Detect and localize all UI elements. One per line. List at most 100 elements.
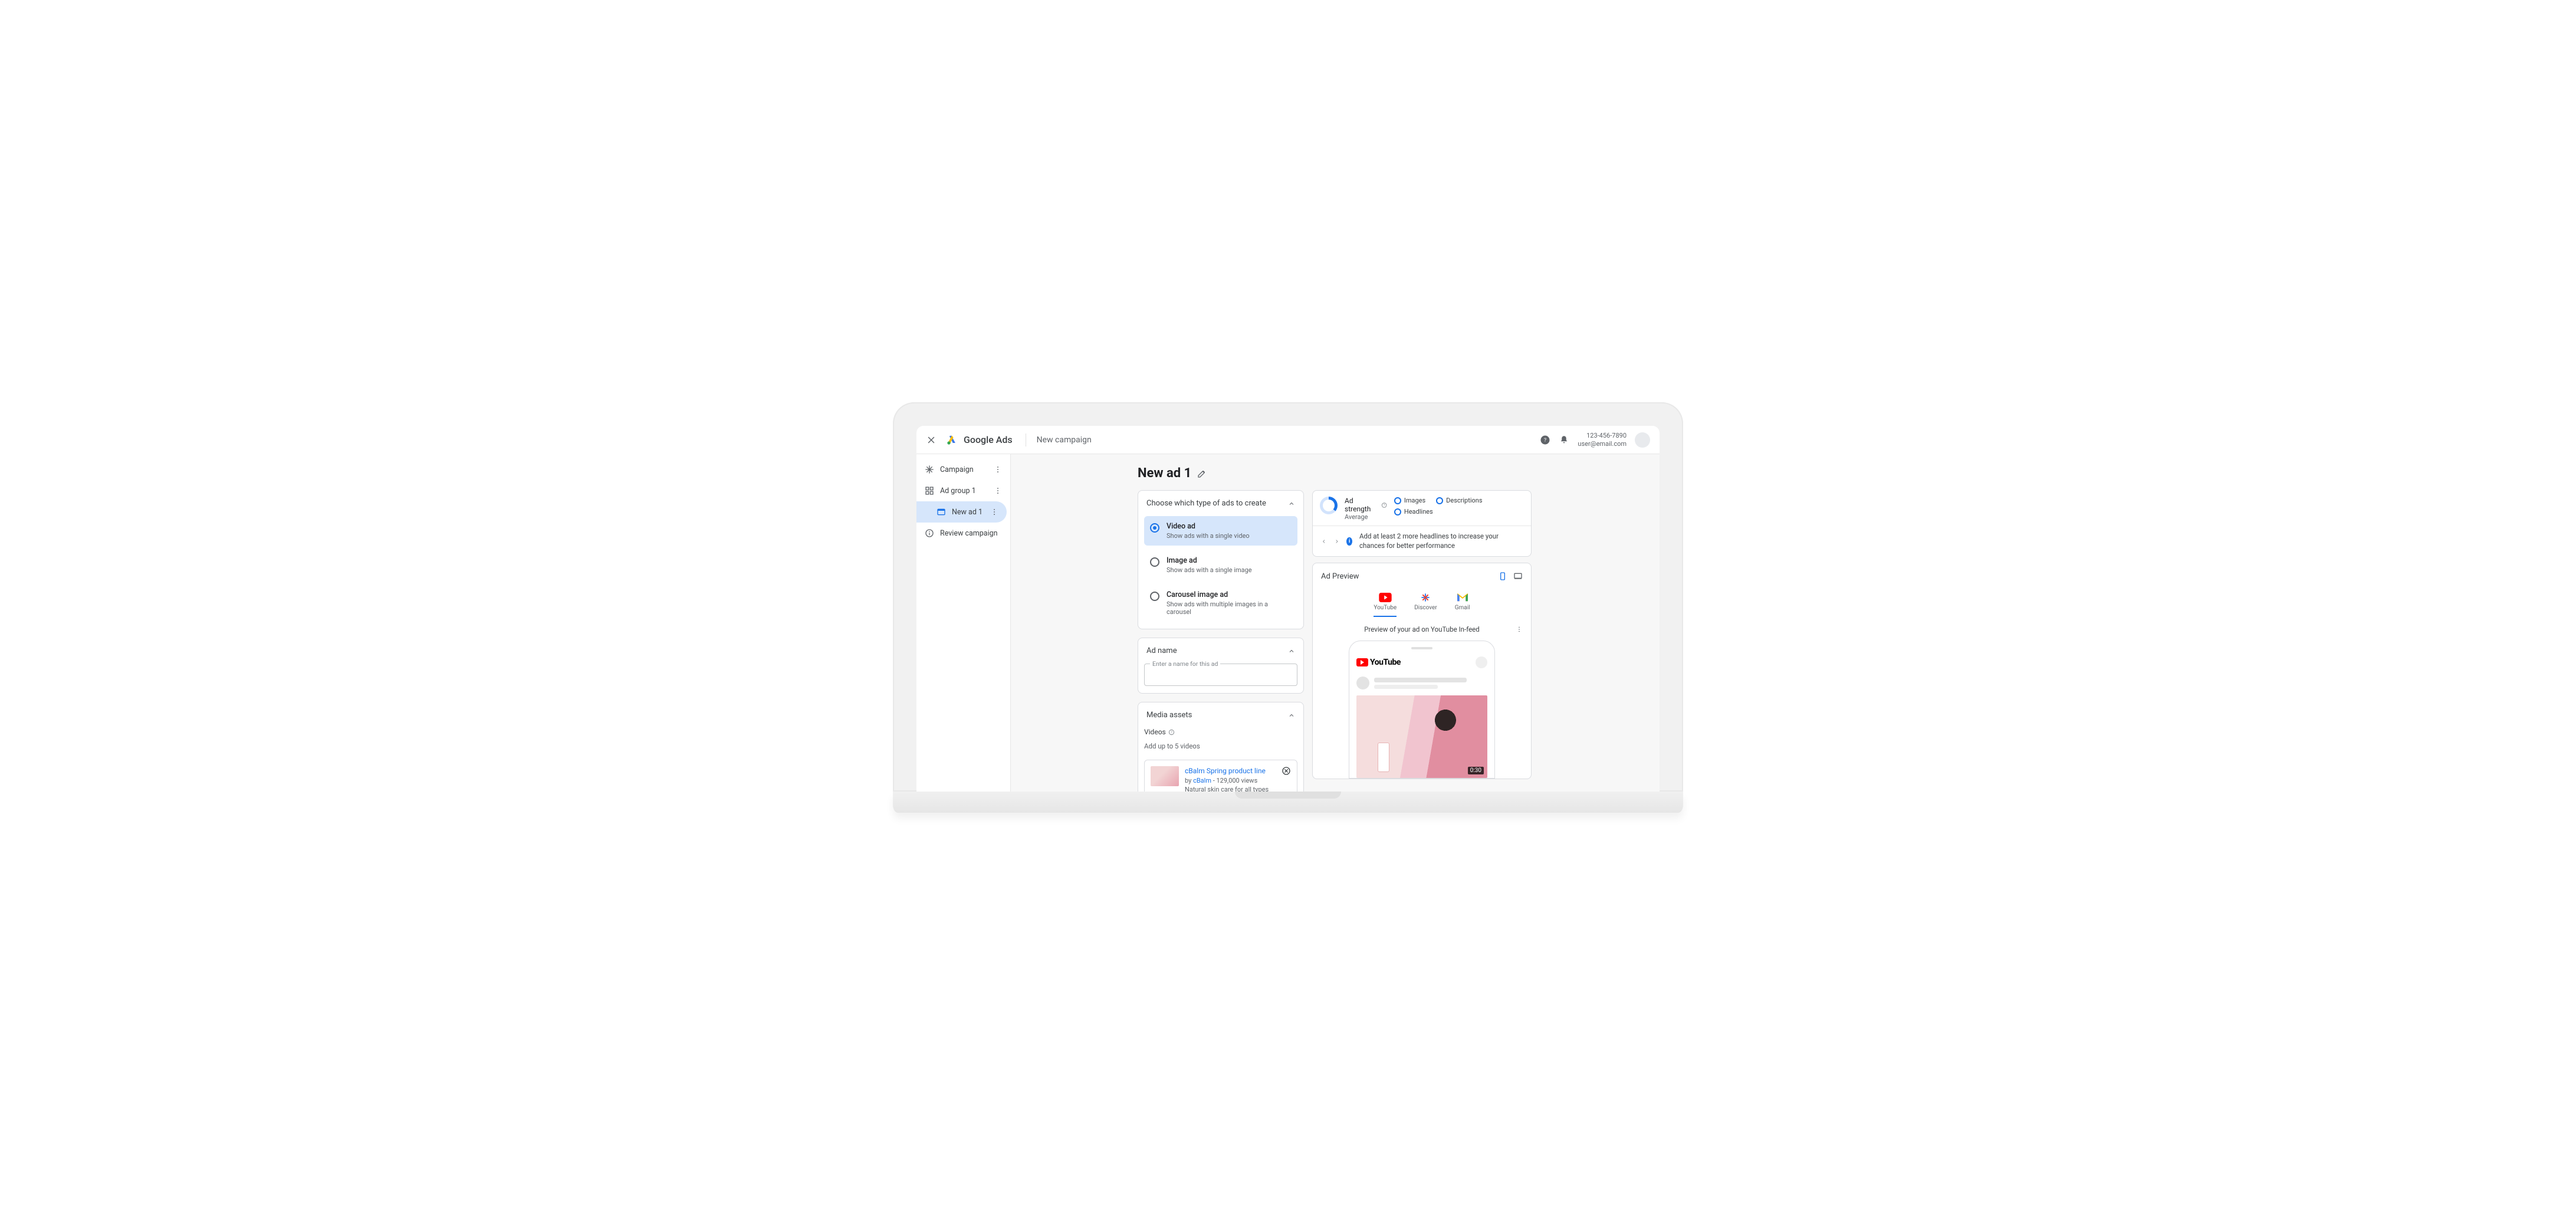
help-small-icon[interactable]: ? xyxy=(1168,729,1175,735)
option-title: Image ad xyxy=(1167,556,1252,565)
suggestion-row: i Add at least 2 more headlines to incre… xyxy=(1313,526,1531,556)
breadcrumb: New campaign xyxy=(1037,435,1092,445)
ad-name-input-wrapper: Enter a name for this ad xyxy=(1144,664,1297,686)
preview-tab-youtube[interactable]: YouTube xyxy=(1374,593,1397,617)
video-duration-badge: 0:30 xyxy=(1468,767,1484,774)
laptop-base xyxy=(893,792,1683,813)
ad-type-option-video[interactable]: Video ad Show ads with a single video xyxy=(1144,516,1297,546)
more-vert-icon[interactable] xyxy=(990,508,998,516)
info-dot-icon: i xyxy=(1346,537,1352,546)
section-title: Ad name xyxy=(1146,646,1177,655)
video-author-link[interactable]: cBalm xyxy=(1193,777,1211,784)
option-title: Carousel image ad xyxy=(1167,590,1292,599)
app-logo: Google Ads xyxy=(946,434,1013,446)
sidebar-label: Review campaign xyxy=(940,529,998,538)
youtube-wordmark: YouTube xyxy=(1370,658,1401,667)
chevron-right-icon[interactable] xyxy=(1334,537,1340,546)
radio-icon xyxy=(1150,592,1159,601)
preview-tab-discover[interactable]: Discover xyxy=(1414,593,1437,617)
app-viewport: Google Ads New campaign ? 123-456-7890 u… xyxy=(916,426,1660,792)
account-email: user@email.com xyxy=(1578,440,1627,448)
ad-type-option-image[interactable]: Image ad Show ads with a single image xyxy=(1144,550,1297,580)
preview-tab-gmail[interactable]: Gmail xyxy=(1455,593,1470,617)
radio-icon xyxy=(1150,557,1159,567)
help-small-icon[interactable]: ? xyxy=(1381,502,1387,508)
video-thumbnail xyxy=(1151,766,1179,786)
grid-icon xyxy=(925,486,934,495)
sidebar-item-review[interactable]: Review campaign xyxy=(916,523,1010,544)
videos-hint: Add up to 5 videos xyxy=(1144,742,1297,750)
input-legend: Enter a name for this ad xyxy=(1150,660,1220,668)
device-desktop-icon[interactable] xyxy=(1513,572,1523,581)
videos-label: Videos ? xyxy=(1144,728,1297,736)
info-circle-icon xyxy=(925,528,934,538)
asterisk-icon xyxy=(925,465,934,474)
sidebar-item-campaign[interactable]: Campaign xyxy=(916,459,1010,480)
more-vert-icon[interactable] xyxy=(1516,626,1523,633)
remove-circle-icon[interactable] xyxy=(1282,766,1291,776)
feed-placeholder xyxy=(1356,677,1487,689)
video-description: Natural skin care for all types of skin xyxy=(1185,785,1276,792)
half-dot-icon xyxy=(1436,497,1443,504)
ad-preview-card: Ad Preview xyxy=(1312,563,1532,779)
svg-text:?: ? xyxy=(1384,504,1385,507)
half-dot-icon xyxy=(1394,497,1401,504)
google-ads-logo-icon xyxy=(946,434,958,446)
option-sub: Show ads with multiple images in a carou… xyxy=(1167,600,1292,616)
notifications-icon[interactable] xyxy=(1559,435,1569,445)
open-dot-icon xyxy=(1394,508,1401,515)
video-title-link[interactable]: cBalm Spring product line xyxy=(1185,766,1276,776)
sidebar-label: Ad group 1 xyxy=(940,487,976,495)
youtube-icon xyxy=(1379,593,1392,602)
account-phone: 123-456-7890 xyxy=(1578,432,1627,440)
chevron-up-icon xyxy=(1288,500,1295,507)
more-vert-icon[interactable] xyxy=(994,465,1002,474)
close-icon[interactable] xyxy=(926,435,937,445)
sidebar: Campaign Ad group 1 New ad 1 xyxy=(916,454,1011,792)
device-mobile-icon[interactable] xyxy=(1498,572,1507,581)
sidebar-label: New ad 1 xyxy=(952,508,983,517)
phone-mock: YouTube 0:30 xyxy=(1349,641,1495,779)
page-title: New ad 1 xyxy=(1138,466,1191,481)
gmail-icon xyxy=(1456,593,1469,602)
radio-icon xyxy=(1150,523,1159,533)
strength-value: Average xyxy=(1345,513,1387,521)
preview-video-thumbnail: 0:30 xyxy=(1356,695,1487,778)
svg-text:?: ? xyxy=(1544,438,1546,444)
chevron-left-icon[interactable] xyxy=(1321,537,1327,546)
help-icon[interactable]: ? xyxy=(1540,435,1550,445)
more-vert-icon[interactable] xyxy=(994,487,1002,495)
header: Google Ads New campaign ? 123-456-7890 u… xyxy=(916,426,1660,454)
ad-type-card: Choose which type of ads to create Video… xyxy=(1138,490,1304,629)
option-sub: Show ads with a single image xyxy=(1167,566,1252,574)
account-info: 123-456-7890 user@email.com xyxy=(1578,432,1627,448)
ad-type-header[interactable]: Choose which type of ads to create xyxy=(1138,491,1303,516)
ad-strength-card: Ad strength ? Average Images Description… xyxy=(1312,490,1532,557)
ad-name-card: Ad name Enter a name for this ad xyxy=(1138,638,1304,694)
preview-title: Ad Preview xyxy=(1321,572,1359,581)
sidebar-item-adgroup[interactable]: Ad group 1 xyxy=(916,480,1010,501)
chevron-up-icon xyxy=(1288,648,1295,655)
suggestion-text: Add at least 2 more headlines to increas… xyxy=(1359,532,1523,550)
option-title: Video ad xyxy=(1167,522,1250,531)
sidebar-label: Campaign xyxy=(940,465,974,474)
sidebar-item-new-ad[interactable]: New ad 1 xyxy=(916,501,1007,523)
avatar[interactable] xyxy=(1635,432,1650,448)
laptop-frame: Google Ads New campaign ? 123-456-7890 u… xyxy=(893,402,1683,813)
app-title: Google Ads xyxy=(964,434,1013,445)
edit-icon[interactable] xyxy=(1197,469,1207,478)
strength-label: Ad strength xyxy=(1345,497,1379,513)
youtube-play-icon xyxy=(1356,658,1368,666)
check-images: Images xyxy=(1394,497,1425,504)
section-title: Choose which type of ads to create xyxy=(1146,499,1266,508)
section-title: Media assets xyxy=(1146,711,1192,720)
youtube-header: YouTube xyxy=(1356,656,1487,668)
option-sub: Show ads with a single video xyxy=(1167,532,1250,540)
video-byline: by cBalm - 129,000 views xyxy=(1185,776,1276,785)
ad-type-option-carousel[interactable]: Carousel image ad Show ads with multiple… xyxy=(1144,584,1297,622)
media-header[interactable]: Media assets xyxy=(1138,702,1303,728)
media-assets-card: Media assets Videos ? Add up to 5 v xyxy=(1138,702,1304,792)
check-headlines: Headlines xyxy=(1394,508,1433,515)
video-asset-card: cBalm Spring product line by cBalm - 129… xyxy=(1144,760,1297,792)
ad-icon xyxy=(937,507,946,517)
